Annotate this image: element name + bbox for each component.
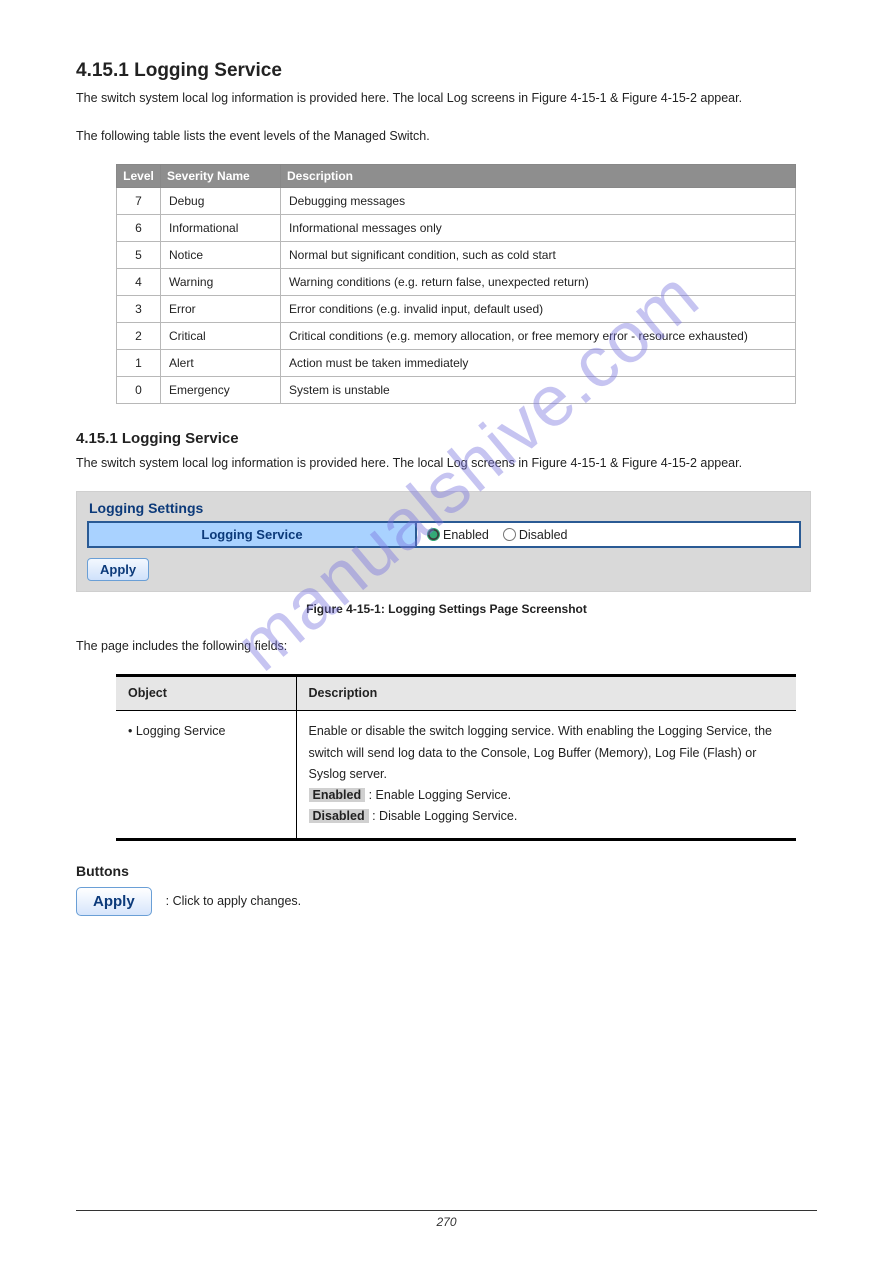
obj-intro: The page includes the following fields:	[76, 636, 817, 656]
sev-th-desc: Description	[281, 165, 796, 188]
sev-th-name: Severity Name	[161, 165, 281, 188]
opt-enabled: Enabled	[309, 788, 366, 802]
sev-cell: 2	[117, 323, 161, 350]
obj-hdr-object: Object	[116, 676, 296, 711]
sev-cell: System is unstable	[281, 377, 796, 404]
logging-disabled-option[interactable]: Disabled	[503, 528, 568, 542]
obj-row-desc-prefix: Enable or disable the switch logging ser…	[309, 724, 772, 781]
sev-cell: Error	[161, 296, 281, 323]
sev-cell: Alert	[161, 350, 281, 377]
apply-button-desc: : Click to apply changes.	[166, 894, 302, 908]
sev-cell: Action must be taken immediately	[281, 350, 796, 377]
apply-button[interactable]: Apply	[76, 887, 152, 916]
subheading-1-intro: The switch system local log information …	[76, 453, 817, 473]
sev-cell: 7	[117, 188, 161, 215]
logging-service-row: Logging Service Enabled Disabled	[87, 521, 801, 548]
subheading-1: 4.15.1 Logging Service	[76, 430, 817, 447]
sev-cell: Warning	[161, 269, 281, 296]
sev-cell: Informational	[161, 215, 281, 242]
sev-cell: Emergency	[161, 377, 281, 404]
object-table: Object Description • Logging Service Ena…	[116, 674, 796, 841]
sev-cell: Notice	[161, 242, 281, 269]
severity-intro: The following table lists the event leve…	[76, 126, 817, 146]
sev-cell: 0	[117, 377, 161, 404]
logging-disabled-text: Disabled	[519, 528, 568, 542]
sev-cell: 6	[117, 215, 161, 242]
sev-cell: Debugging messages	[281, 188, 796, 215]
sev-cell: 5	[117, 242, 161, 269]
opt-enabled-desc: : Enable Logging Service.	[369, 788, 511, 802]
logging-enabled-option[interactable]: Enabled	[427, 528, 489, 542]
buttons-heading: Buttons	[76, 859, 129, 879]
sev-cell: Critical	[161, 323, 281, 350]
opt-disabled-desc: : Disable Logging Service.	[372, 809, 517, 823]
sev-cell: 4	[117, 269, 161, 296]
sev-cell: Warning conditions (e.g. return false, u…	[281, 269, 796, 296]
logging-settings-panel: Logging Settings Logging Service Enabled…	[76, 491, 811, 592]
panel-title: Logging Settings	[87, 498, 800, 521]
logging-enabled-text: Enabled	[443, 528, 489, 542]
figure-caption-1: Figure 4-15-1: Logging Settings Page Scr…	[76, 602, 817, 616]
obj-row-object: • Logging Service	[116, 711, 296, 839]
obj-hdr-desc: Description	[296, 676, 796, 711]
sev-cell: Normal but significant condition, such a…	[281, 242, 796, 269]
sev-cell: Critical conditions (e.g. memory allocat…	[281, 323, 796, 350]
opt-disabled: Disabled	[309, 809, 369, 823]
sev-cell: 1	[117, 350, 161, 377]
logging-disabled-radio[interactable]	[503, 528, 516, 541]
sev-cell: Error conditions (e.g. invalid input, de…	[281, 296, 796, 323]
sev-cell: Debug	[161, 188, 281, 215]
sev-cell: 3	[117, 296, 161, 323]
obj-row-desc: Enable or disable the switch logging ser…	[296, 711, 796, 839]
sev-th-level: Level	[117, 165, 161, 188]
severity-table: Level Severity Name Description 7DebugDe…	[116, 164, 796, 404]
logging-service-label: Logging Service	[89, 523, 417, 546]
logging-enabled-radio[interactable]	[427, 528, 440, 541]
section-intro: The switch system local log information …	[76, 88, 817, 108]
page-number: 270	[0, 1210, 893, 1229]
sev-cell: Informational messages only	[281, 215, 796, 242]
section-heading: 4.15.1 Logging Service	[76, 60, 817, 82]
panel-apply-button[interactable]: Apply	[87, 558, 149, 581]
